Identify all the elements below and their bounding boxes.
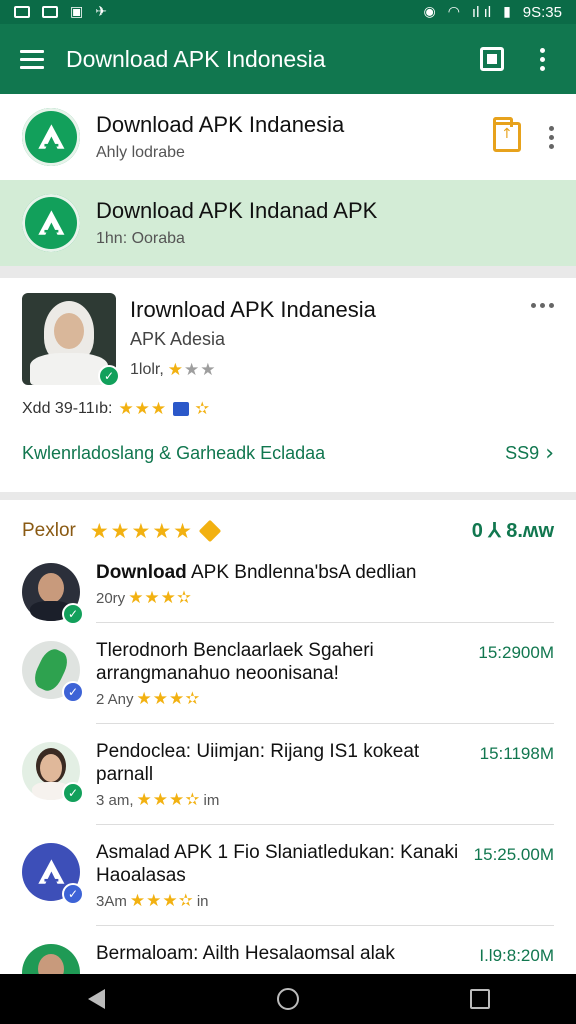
wifi-icon: ◠	[447, 4, 460, 20]
signal-icon: ıl ıl	[471, 3, 492, 21]
status-time: 9S:35	[522, 3, 562, 21]
list-item[interactable]: Bermaloam: Ailth Hesalaomsal alak I.l9:8…	[0, 942, 576, 976]
item-meta: 2 Any	[96, 690, 134, 708]
airplane-icon: ✈	[95, 4, 107, 20]
item-title: Download APK Indanesia	[96, 112, 345, 137]
star-rating-icon: ★★★✫	[136, 689, 201, 709]
item-time: I.l9:8:20M	[479, 946, 554, 965]
star-rating-icon: ★★★✫	[136, 790, 201, 810]
list-item[interactable]: ✓ Tlerodnorh Benclaarlaek Sgaheri arrang…	[0, 639, 576, 724]
meta-text: Xdd 39-11ıb:	[22, 400, 113, 417]
avatar: ✓	[22, 641, 84, 703]
item-time: 15:25.00M	[473, 845, 554, 864]
card-rating: 1lolr, ★★★	[130, 360, 531, 380]
back-button[interactable]	[84, 987, 108, 1011]
blue-badge-icon	[173, 402, 190, 416]
page-title: Download APK Indonesia	[66, 45, 326, 72]
verified-icon: ✓	[62, 883, 84, 905]
item-time: 15:1198M	[479, 744, 554, 763]
star-rating-icon: ★★★✫	[128, 588, 193, 608]
item-time: 15:2900M	[478, 643, 554, 662]
app-window-icon	[480, 47, 504, 71]
apk-logo-icon	[22, 194, 80, 252]
star-rating-icon: ★★★✫	[129, 891, 194, 911]
battery-icon: ▮	[503, 4, 511, 20]
card-count: SS9	[505, 443, 540, 463]
gallery-icon	[42, 6, 58, 18]
verified-icon: ✓	[98, 365, 120, 387]
card-link[interactable]: Kwlenrladoslang & Garheadk Ecladaa	[22, 443, 325, 464]
top-app-list: Download APK Indanesia Ahly lodrabe Down…	[0, 94, 576, 266]
item-menu-button[interactable]	[549, 125, 554, 149]
star-rating-icon: ★★★★★	[89, 518, 194, 543]
apk-logo-icon: ✓	[22, 843, 84, 905]
section-count: 0 ⅄ 8.ʍw	[471, 520, 554, 542]
system-nav-bar	[0, 974, 576, 1024]
app-notification-icon: ▣	[70, 4, 84, 20]
folder-upload-icon[interactable]	[493, 117, 521, 152]
app-bar: Download APK Indonesia	[0, 24, 576, 94]
menu-icon[interactable]	[20, 49, 44, 69]
item-title: Download APK Bndlenna'bsA dedlian	[96, 562, 417, 583]
item-meta-suffix: im	[203, 791, 220, 809]
gold-badge-icon	[198, 519, 222, 542]
overflow-menu-button[interactable]	[528, 45, 556, 73]
see-more-button[interactable]: SS9 ›	[505, 441, 554, 466]
home-icon	[277, 988, 299, 1010]
item-meta: 3Am	[96, 892, 127, 910]
item-subtitle: Ahly lodrabe	[96, 144, 185, 161]
list-item-selected[interactable]: Download APK Indanad APK 1hn: Ooraba	[0, 180, 576, 266]
featured-app-card[interactable]: ✓ Irownload APK Indanesia APK Adesia 1lo…	[0, 278, 576, 492]
sparkle-star-icon: ✫	[195, 399, 211, 419]
card-subtitle: APK Adesia	[130, 329, 226, 349]
status-bar: ▣ ✈ ◉ ◠ ıl ıl ▮ 9S:35	[0, 0, 576, 24]
item-meta: 20ry	[96, 589, 126, 607]
item-meta: 3 am,	[96, 791, 134, 809]
star-rating-icon: ★★★	[167, 360, 217, 380]
avatar: ✓	[22, 563, 84, 625]
avatar	[22, 944, 80, 976]
avatar: ✓	[22, 742, 84, 804]
app-window-button[interactable]	[478, 45, 506, 73]
back-icon	[87, 989, 105, 1009]
list-item[interactable]: ✓ Download APK Bndlenna'bsA dedlian 20ry…	[0, 561, 576, 625]
item-meta-suffix: in	[196, 892, 209, 910]
review-section: Pexlor ★★★★★ 0 ⅄ 8.ʍw ✓ Download APK Bnd…	[0, 500, 576, 976]
notification-icon	[14, 6, 30, 18]
verified-icon: ✓	[62, 603, 84, 625]
card-menu-button[interactable]	[531, 293, 554, 385]
verified-icon: ✓	[62, 782, 84, 804]
recents-button[interactable]	[468, 987, 492, 1011]
item-subtitle: 1hn: Ooraba	[96, 230, 185, 247]
item-title: Download APK Indanad APK	[96, 198, 378, 223]
alarm-icon: ◉	[423, 4, 436, 20]
list-item[interactable]: Download APK Indanesia Ahly lodrabe	[0, 94, 576, 180]
avatar: ✓	[22, 293, 120, 387]
rating-prefix: 1lolr,	[130, 361, 164, 378]
list-item[interactable]: ✓ Pendoclea: Uiimjan: Rijang IS1 kokeat …	[0, 740, 576, 825]
card-meta: Xdd 39-11ıb: ★★★ ✫	[0, 385, 576, 419]
card-title: Irownload APK Indanesia	[130, 297, 376, 322]
star-rating-icon: ★★★	[118, 399, 168, 419]
recents-icon	[470, 989, 490, 1009]
list-item[interactable]: ✓ Asmalad APK 1 Fio Slaniatledukan: Kana…	[0, 841, 576, 926]
verified-icon: ✓	[62, 681, 84, 703]
home-button[interactable]	[276, 987, 300, 1011]
apk-logo-icon	[22, 108, 80, 166]
section-label: Pexlor	[22, 519, 76, 541]
chevron-right-icon: ›	[545, 441, 554, 466]
